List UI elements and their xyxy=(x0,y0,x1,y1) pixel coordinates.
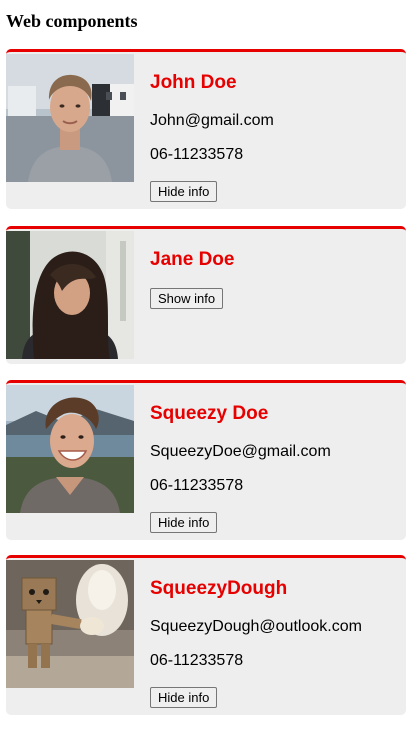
card-phone: 06-11233578 xyxy=(150,652,244,669)
card-email: SqueezyDoe@gmail.com xyxy=(150,443,331,460)
hide-info-button[interactable]: Hide info xyxy=(150,512,218,533)
card-email: John@gmail.com xyxy=(150,112,274,129)
user-card: Squeezy Doe SqueezyDoe@gmail.com 06-1123… xyxy=(6,380,406,540)
show-info-button[interactable]: Show info xyxy=(150,288,224,309)
user-card: Jane Doe Show info xyxy=(6,226,406,364)
user-card: John Doe John@gmail.com 06-11233578 Hide… xyxy=(6,49,406,209)
hide-info-button[interactable]: Hide info xyxy=(150,687,218,708)
avatar-photo xyxy=(6,54,134,182)
avatar-photo xyxy=(6,385,134,513)
card-phone: 06-11233578 xyxy=(150,477,244,494)
avatar-photo xyxy=(6,560,134,688)
card-name: Jane Doe xyxy=(150,249,235,270)
card-name: John Doe xyxy=(150,72,237,93)
card-name: Squeezy Doe xyxy=(150,403,269,424)
card-phone: 06-11233578 xyxy=(150,146,244,163)
man-portrait-icon xyxy=(6,54,134,182)
user-card: SqueezyDough SqueezyDough@outlook.com 06… xyxy=(6,555,406,715)
card-email: SqueezyDough@outlook.com xyxy=(150,618,362,635)
smiling-man-portrait-icon xyxy=(6,385,134,513)
card-name: SqueezyDough xyxy=(150,578,288,599)
page-title: Web components xyxy=(6,11,138,31)
danbo-figure-icon xyxy=(6,560,134,688)
avatar-photo xyxy=(6,231,134,359)
woman-portrait-icon xyxy=(6,231,134,359)
hide-info-button[interactable]: Hide info xyxy=(150,181,218,202)
